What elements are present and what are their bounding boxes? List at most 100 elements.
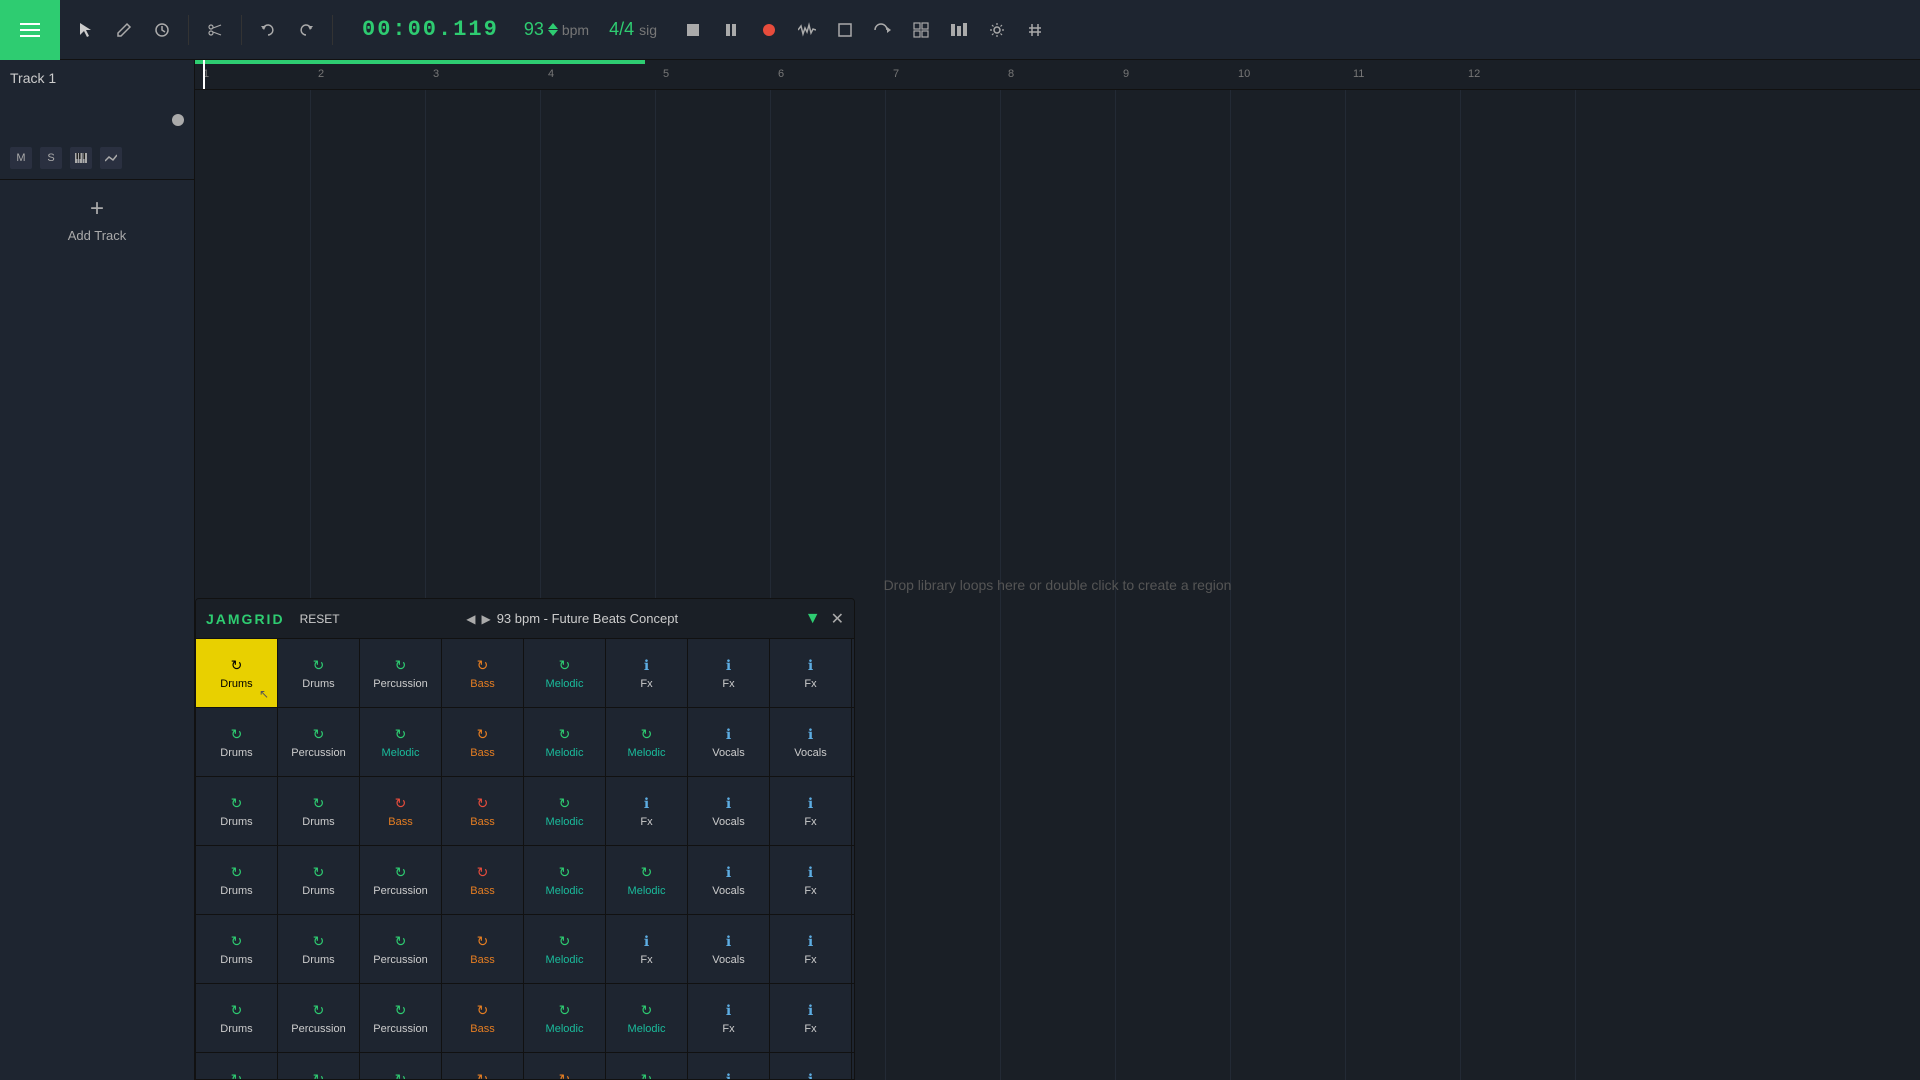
menu-button[interactable] bbox=[0, 0, 60, 60]
jamgrid-cell-6-3[interactable]: ↻Bass bbox=[442, 1053, 524, 1079]
settings-button[interactable] bbox=[981, 14, 1013, 46]
pencil-tool-button[interactable] bbox=[108, 14, 140, 46]
cursor-tool-button[interactable] bbox=[70, 14, 102, 46]
redo-button[interactable] bbox=[290, 14, 322, 46]
jamgrid-cell-4-1[interactable]: ↻Drums bbox=[278, 915, 360, 983]
jamgrid-cell-4-2[interactable]: ↻Percussion bbox=[360, 915, 442, 983]
hashtag-button[interactable] bbox=[1019, 14, 1051, 46]
cell-label-2-7: Fx bbox=[804, 816, 816, 828]
mute-button[interactable]: M bbox=[10, 147, 32, 169]
jamgrid-cell-3-6[interactable]: ℹVocals bbox=[688, 846, 770, 914]
jamgrid-prev-arrow[interactable]: ◀ bbox=[466, 612, 475, 626]
region-button[interactable] bbox=[829, 14, 861, 46]
jamgrid-cell-6-4[interactable]: ↻Bass bbox=[524, 1053, 606, 1079]
jamgrid-cell-2-1[interactable]: ↻Drums bbox=[278, 777, 360, 845]
jamgrid-cell-6-2[interactable]: ↻Melodic bbox=[360, 1053, 442, 1079]
jamgrid-cell-0-4[interactable]: ↻Melodic bbox=[524, 639, 606, 707]
jamgrid-cell-1-0[interactable]: ↻Drums bbox=[196, 708, 278, 776]
jamgrid-cell-1-3[interactable]: ↻Bass bbox=[442, 708, 524, 776]
jamgrid-cell-5-0[interactable]: ↻Drums bbox=[196, 984, 278, 1052]
jamgrid-next-arrow[interactable]: ▶ bbox=[481, 612, 490, 626]
bpm-control[interactable]: 93 bpm bbox=[514, 19, 599, 40]
jamgrid-cell-6-1[interactable]: ↻Percussion bbox=[278, 1053, 360, 1079]
jamgrid-cell-4-6[interactable]: ℹVocals bbox=[688, 915, 770, 983]
jamgrid-cell-3-4[interactable]: ↻Melodic bbox=[524, 846, 606, 914]
track-volume-knob[interactable] bbox=[172, 114, 184, 126]
jamgrid-cell-1-7[interactable]: ℹVocals bbox=[770, 708, 852, 776]
jamgrid-cell-4-3[interactable]: ↻Bass bbox=[442, 915, 524, 983]
undo-button[interactable] bbox=[252, 14, 284, 46]
jamgrid-cell-0-3[interactable]: ↻Bass bbox=[442, 639, 524, 707]
jamgrid-cell-6-7[interactable]: ℹFx bbox=[770, 1053, 852, 1079]
jamgrid-cell-2-3[interactable]: ↻Bass bbox=[442, 777, 524, 845]
jamgrid-cell-5-1[interactable]: ↻Percussion bbox=[278, 984, 360, 1052]
jamgrid-cell-1-2[interactable]: ↻Melodic bbox=[360, 708, 442, 776]
clock-tool-button[interactable] bbox=[146, 14, 178, 46]
grid-view-button[interactable] bbox=[905, 14, 937, 46]
scissors-tool-button[interactable] bbox=[199, 14, 231, 46]
jamgrid-panel: JAMGRID RESET ◀ ▶ 93 bpm - Future Beats … bbox=[195, 598, 855, 1080]
jamgrid-cell-6-6[interactable]: ℹVocals bbox=[688, 1053, 770, 1079]
cell-label-4-3: Bass bbox=[470, 954, 494, 966]
jamgrid-dropdown-icon[interactable]: ▼ bbox=[805, 610, 821, 628]
bpm-up-arrow[interactable] bbox=[548, 23, 558, 29]
add-track-label: Add Track bbox=[68, 228, 127, 243]
jamgrid-cell-4-0[interactable]: ↻Drums bbox=[196, 915, 278, 983]
jamgrid-cell-3-3[interactable]: ↻Bass bbox=[442, 846, 524, 914]
jamgrid-cell-2-2[interactable]: ↻Bass bbox=[360, 777, 442, 845]
jamgrid-cell-3-2[interactable]: ↻Percussion bbox=[360, 846, 442, 914]
bpm-label: bpm bbox=[562, 22, 589, 38]
jamgrid-cell-0-6[interactable]: ℹFx bbox=[688, 639, 770, 707]
pause-button[interactable] bbox=[715, 14, 747, 46]
cell-label-2-6: Vocals bbox=[712, 816, 744, 828]
cell-icon-2-1: ↻ bbox=[313, 795, 325, 812]
jamgrid-cell-4-5[interactable]: ℹFx bbox=[606, 915, 688, 983]
solo-button[interactable]: S bbox=[40, 147, 62, 169]
jamgrid-cell-5-3[interactable]: ↻Bass bbox=[442, 984, 524, 1052]
jamgrid-cell-6-5[interactable]: ↻Melodic bbox=[606, 1053, 688, 1079]
jamgrid-cell-2-5[interactable]: ℹFx bbox=[606, 777, 688, 845]
jamgrid-cell-5-4[interactable]: ↻Melodic bbox=[524, 984, 606, 1052]
jamgrid-cell-5-2[interactable]: ↻Percussion bbox=[360, 984, 442, 1052]
jamgrid-cell-0-1[interactable]: ↻Drums bbox=[278, 639, 360, 707]
jamgrid-cell-1-1[interactable]: ↻Percussion bbox=[278, 708, 360, 776]
jamgrid-cell-0-0[interactable]: ↻Drums↖ bbox=[196, 639, 278, 707]
automation-button[interactable] bbox=[100, 147, 122, 169]
record-button[interactable] bbox=[753, 14, 785, 46]
jamgrid-cell-0-7[interactable]: ℹFx bbox=[770, 639, 852, 707]
jamgrid-cell-3-7[interactable]: ℹFx bbox=[770, 846, 852, 914]
track-panel: Track 1 M S bbox=[0, 60, 195, 1080]
cell-label-3-2: Percussion bbox=[373, 885, 427, 897]
jamgrid-cell-1-6[interactable]: ℹVocals bbox=[688, 708, 770, 776]
piano-roll-button[interactable] bbox=[70, 147, 92, 169]
jamgrid-cell-2-0[interactable]: ↻Drums bbox=[196, 777, 278, 845]
jamgrid-cell-3-5[interactable]: ↻Melodic bbox=[606, 846, 688, 914]
jamgrid-cell-4-7[interactable]: ℹFx bbox=[770, 915, 852, 983]
jamgrid-cell-1-5[interactable]: ↻Melodic bbox=[606, 708, 688, 776]
bpm-arrows[interactable] bbox=[548, 23, 558, 36]
bpm-down-arrow[interactable] bbox=[548, 30, 558, 36]
jamgrid-cell-5-5[interactable]: ↻Melodic bbox=[606, 984, 688, 1052]
jamgrid-cell-5-6[interactable]: ℹFx bbox=[688, 984, 770, 1052]
loop-button[interactable] bbox=[867, 14, 899, 46]
jamgrid-row-4: ↻Drums↻Drums↻Percussion↻Bass↻MelodicℹFxℹ… bbox=[196, 915, 854, 984]
jamgrid-cell-0-2[interactable]: ↻Percussion bbox=[360, 639, 442, 707]
jamgrid-cell-0-5[interactable]: ℹFx bbox=[606, 639, 688, 707]
time-signature: 4/4 sig bbox=[599, 19, 667, 40]
jamgrid-cell-4-4[interactable]: ↻Melodic bbox=[524, 915, 606, 983]
jamgrid-reset-button[interactable]: RESET bbox=[300, 612, 340, 626]
jamgrid-cell-2-7[interactable]: ℹFx bbox=[770, 777, 852, 845]
library-button[interactable] bbox=[943, 14, 975, 46]
jamgrid-cell-6-0[interactable]: ↻Drums bbox=[196, 1053, 278, 1079]
stop-button[interactable] bbox=[677, 14, 709, 46]
jamgrid-cell-1-4[interactable]: ↻Melodic bbox=[524, 708, 606, 776]
jamgrid-close-button[interactable]: ✕ bbox=[831, 609, 844, 629]
add-track-button[interactable]: + Add Track bbox=[0, 180, 194, 260]
jamgrid-cell-3-0[interactable]: ↻Drums bbox=[196, 846, 278, 914]
jamgrid-cell-2-4[interactable]: ↻Melodic bbox=[524, 777, 606, 845]
jamgrid-cell-5-7[interactable]: ℹFx bbox=[770, 984, 852, 1052]
waveform-button[interactable] bbox=[791, 14, 823, 46]
jamgrid-cell-3-1[interactable]: ↻Drums bbox=[278, 846, 360, 914]
jamgrid-cell-2-6[interactable]: ℹVocals bbox=[688, 777, 770, 845]
cell-icon-1-1: ↻ bbox=[313, 726, 325, 743]
